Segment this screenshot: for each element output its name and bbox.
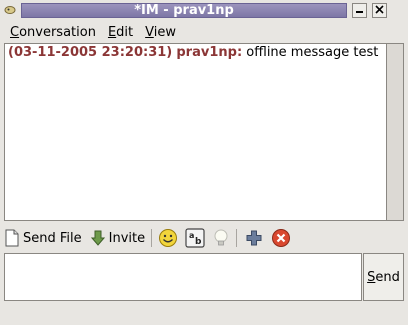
add-buddy-button[interactable] [245, 227, 263, 249]
minimize-button[interactable] [352, 3, 367, 18]
menu-view-label: iew [153, 24, 176, 40]
menu-bar: Conversation Edit View [0, 21, 408, 43]
menu-edit[interactable]: Edit [108, 25, 133, 40]
message-row: (03-11-2005 23:20:31) prav1np: offline m… [8, 45, 383, 60]
send-file-label: Send File [23, 230, 82, 246]
menu-edit-label: dit [116, 24, 134, 40]
message-sender: prav1np: [176, 45, 243, 60]
message-timestamp: (03-11-2005 23:20:31) [8, 45, 173, 60]
svg-text:b: b [195, 237, 202, 247]
font-icon: a b [185, 228, 205, 248]
send-label: end [375, 269, 400, 285]
menu-view[interactable]: View [145, 25, 176, 40]
gaim-icon[interactable] [4, 4, 16, 16]
message-text: offline message test [246, 45, 379, 60]
menu-view-accel: V [145, 24, 154, 40]
close-icon [375, 3, 384, 18]
menu-conversation-accel: C [10, 24, 20, 40]
toolbar-separator-2 [236, 229, 238, 247]
arrow-down-icon [90, 230, 105, 246]
menu-edit-accel: E [107, 24, 117, 40]
file-icon [4, 229, 20, 247]
toolbar-separator [151, 229, 153, 247]
menu-conversation[interactable]: Conversation [10, 25, 96, 40]
conversation-scrollbar[interactable] [387, 43, 404, 221]
remove-icon [271, 228, 291, 248]
smiley-button[interactable] [158, 227, 178, 249]
send-accel: S [367, 269, 376, 285]
svg-text:a: a [189, 231, 194, 240]
menu-conversation-label: onversation [19, 24, 96, 40]
title-bar[interactable]: *IM - prav1np [0, 0, 408, 20]
invite-label: Invite [108, 230, 146, 246]
smiley-icon [158, 228, 178, 248]
toolbar: Send File Invite a b [4, 226, 404, 250]
invite-button[interactable]: Invite [90, 227, 146, 249]
send-button[interactable]: Send [363, 253, 404, 301]
close-button[interactable] [372, 3, 387, 18]
plus-icon [245, 229, 263, 247]
message-entry[interactable] [4, 253, 362, 301]
font-button[interactable]: a b [185, 227, 205, 249]
lightbulb-icon [212, 228, 230, 248]
idea-button[interactable] [212, 227, 230, 249]
window-title: *IM - prav1np [21, 3, 347, 18]
send-file-button[interactable]: Send File [4, 227, 82, 249]
minimize-icon [355, 3, 364, 18]
conversation-history[interactable]: (03-11-2005 23:20:31) prav1np: offline m… [4, 43, 387, 221]
remove-button[interactable] [271, 227, 291, 249]
